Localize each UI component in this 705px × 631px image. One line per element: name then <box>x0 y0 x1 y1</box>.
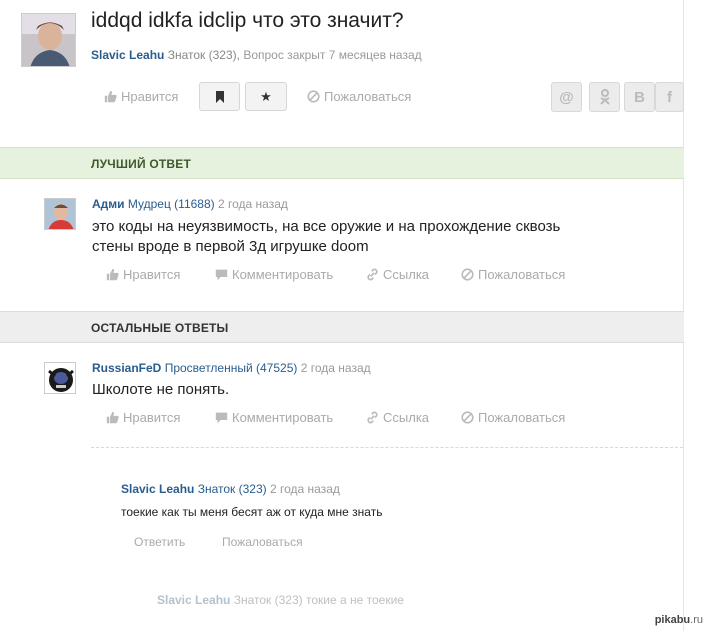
answer-time: 2 года назад <box>300 361 371 375</box>
share-vk-button[interactable]: B <box>624 82 655 112</box>
comment-icon <box>215 412 228 424</box>
answer-avatar[interactable] <box>44 362 76 394</box>
best-answer-text: это коды на неуязвимость, на все оружие … <box>92 218 561 255</box>
comment-report-button[interactable]: Пожаловаться <box>222 535 303 549</box>
answer-rank: Просветленный (47525) <box>164 361 298 375</box>
answer-meta: RussianFeD Просветленный (47525) 2 года … <box>92 361 371 375</box>
best-answer-rank: Мудрец (11688) <box>127 197 215 211</box>
comment-reply-button[interactable]: Ответить <box>134 535 185 549</box>
question-title: iddqd idkfa idclip что это значит? <box>91 9 404 32</box>
star-icon: ★ <box>260 88 272 104</box>
forbidden-icon <box>461 411 474 424</box>
thumbs-up-icon <box>106 268 119 281</box>
best-answer-report-button[interactable]: Пожаловаться <box>461 267 565 282</box>
comment-icon <box>215 269 228 281</box>
at-sign-icon: @ <box>559 88 574 106</box>
forbidden-icon <box>461 268 474 281</box>
best-answer-link-button[interactable]: Ссылка <box>366 267 429 282</box>
star-button[interactable]: ★ <box>245 82 287 111</box>
question-author-link[interactable]: Slavic Leahu <box>91 48 164 62</box>
answer-link-button[interactable]: Ссылка <box>366 410 429 425</box>
bookmark-icon <box>215 90 224 103</box>
best-answer-like-button[interactable]: Нравится <box>106 267 180 282</box>
share-mail-button[interactable]: @ <box>551 82 582 112</box>
bookmark-button[interactable] <box>199 82 240 111</box>
comment-preview-text: токие а не тоекие <box>305 593 404 607</box>
comments-divider <box>91 447 683 448</box>
link-icon <box>367 268 378 281</box>
best-answer-meta: Адми Мудрец (11688) 2 года назад <box>92 197 288 211</box>
best-answer-author-link[interactable]: Адми <box>92 197 125 211</box>
comment-text: тоекие как ты меня бесят аж от куда мне … <box>121 505 383 519</box>
comment-time: 2 года назад <box>269 482 340 496</box>
comment-author-link[interactable]: Slavic Leahu <box>121 482 194 496</box>
other-answers-header: ОСТАЛЬНЫЕ ОТВЕТЫ <box>0 311 684 343</box>
question-status: Вопрос закрыт 7 месяцев назад <box>243 48 422 62</box>
answer-like-button[interactable]: Нравится <box>106 410 180 425</box>
question-page: iddqd idkfa idclip что это значит? Slavi… <box>0 0 684 631</box>
comment-rank: Знаток (323) <box>197 482 267 496</box>
thumbs-up-icon <box>106 411 119 424</box>
best-answer-time: 2 года назад <box>218 197 288 211</box>
vk-icon: B <box>634 88 645 106</box>
answer-report-button[interactable]: Пожаловаться <box>461 410 565 425</box>
question-report-button[interactable]: Пожаловаться <box>307 89 411 104</box>
share-odnoklassniki-button[interactable] <box>589 82 620 112</box>
odnoklassniki-icon <box>599 89 610 105</box>
share-facebook-button[interactable]: f <box>655 82 684 112</box>
comment-preview-author-link[interactable]: Slavic Leahu <box>157 593 230 607</box>
pikabu-watermark: pikabu.ru <box>654 614 703 626</box>
link-icon <box>367 411 378 424</box>
answer-author-link[interactable]: RussianFeD <box>92 361 161 375</box>
answer-text: Школоте не понять. <box>92 381 230 398</box>
question-author-rank: Знаток (323), <box>167 48 240 62</box>
comment-meta: Slavic Leahu Знаток (323) 2 года назад <box>121 482 340 496</box>
question-author-avatar[interactable] <box>21 13 76 67</box>
comment-preview: Slavic Leahu Знаток (323) токие а не тое… <box>157 593 404 607</box>
best-answer-comment-button[interactable]: Комментировать <box>215 267 333 282</box>
question-meta: Slavic Leahu Знаток (323), Вопрос закрыт… <box>91 48 422 62</box>
question-like-button[interactable]: Нравится <box>104 89 178 104</box>
comment-preview-rank: Знаток (323) <box>233 593 303 607</box>
forbidden-icon <box>307 90 320 103</box>
thumbs-up-icon <box>104 90 117 103</box>
facebook-icon: f <box>667 88 672 106</box>
answer-comment-button[interactable]: Комментировать <box>215 410 333 425</box>
best-answer-header: ЛУЧШИЙ ОТВЕТ <box>0 147 684 179</box>
best-answer-avatar[interactable] <box>44 198 76 230</box>
